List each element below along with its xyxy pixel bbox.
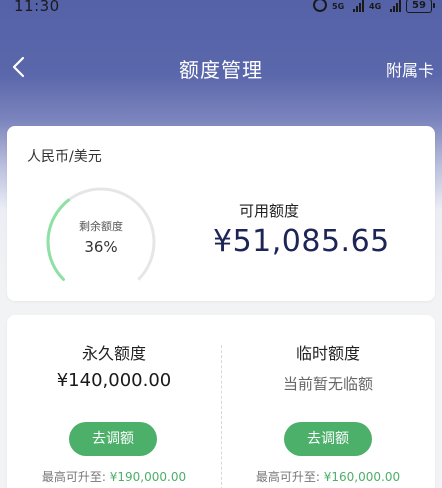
network-4g-icon: 4G	[369, 1, 382, 11]
adjust-permanent-button[interactable]: 去调额	[69, 422, 157, 456]
permanent-limit-amount: ¥140,000.00	[56, 370, 172, 391]
temporary-max-value: ¥160,000.00	[323, 470, 401, 484]
alarm-icon	[313, 0, 327, 12]
signal-icon-2	[390, 0, 401, 12]
credit-summary-card: 人民币/美元 剩余额度 36% 可用额度 ¥51,085.65	[7, 126, 435, 301]
battery-icon: 59	[406, 0, 435, 13]
adjust-temporary-button[interactable]: 去调额	[284, 422, 372, 456]
nav-bar: 额度管理 附属卡	[0, 44, 442, 90]
ring-text: 剩余额度 36%	[43, 218, 159, 256]
limit-details-card: 永久额度 ¥140,000.00 去调额 最高可升至: ¥190,000.00 …	[7, 315, 435, 488]
permanent-max-label: 最高可升至:	[41, 470, 106, 484]
temporary-max-line: 最高可升至: ¥160,000.00	[221, 468, 435, 485]
page-title: 额度管理	[179, 58, 263, 82]
available-limit-label: 可用额度	[239, 202, 300, 220]
permanent-limit-section: 永久额度 ¥140,000.00 去调额 最高可升至: ¥190,000.00	[7, 315, 221, 488]
network-5g-icon: 5G	[332, 1, 345, 11]
permanent-limit-title: 永久额度	[81, 344, 146, 363]
status-icons: 5G 4G 59	[313, 0, 435, 13]
temporary-limit-title: 临时额度	[295, 344, 360, 363]
remaining-limit-label: 剩余额度	[79, 220, 123, 233]
status-time: 11:30	[14, 0, 60, 15]
supplementary-card-link[interactable]: 附属卡	[386, 57, 434, 81]
currency-label: 人民币/美元	[27, 149, 102, 165]
signal-icon	[353, 0, 364, 12]
temporary-limit-section: 临时额度 当前暂无临额 去调额 最高可升至: ¥160,000.00	[221, 315, 435, 488]
status-bar: 11:30 5G 4G 59	[0, 0, 442, 16]
remaining-limit-percent: 36%	[84, 238, 118, 256]
temporary-max-label: 最高可升至:	[255, 470, 320, 484]
temporary-limit-status: 当前暂无临额	[282, 375, 373, 393]
permanent-max-value: ¥190,000.00	[109, 470, 187, 484]
permanent-max-line: 最高可升至: ¥190,000.00	[7, 468, 221, 485]
available-limit-amount: ¥51,085.65	[213, 224, 390, 259]
